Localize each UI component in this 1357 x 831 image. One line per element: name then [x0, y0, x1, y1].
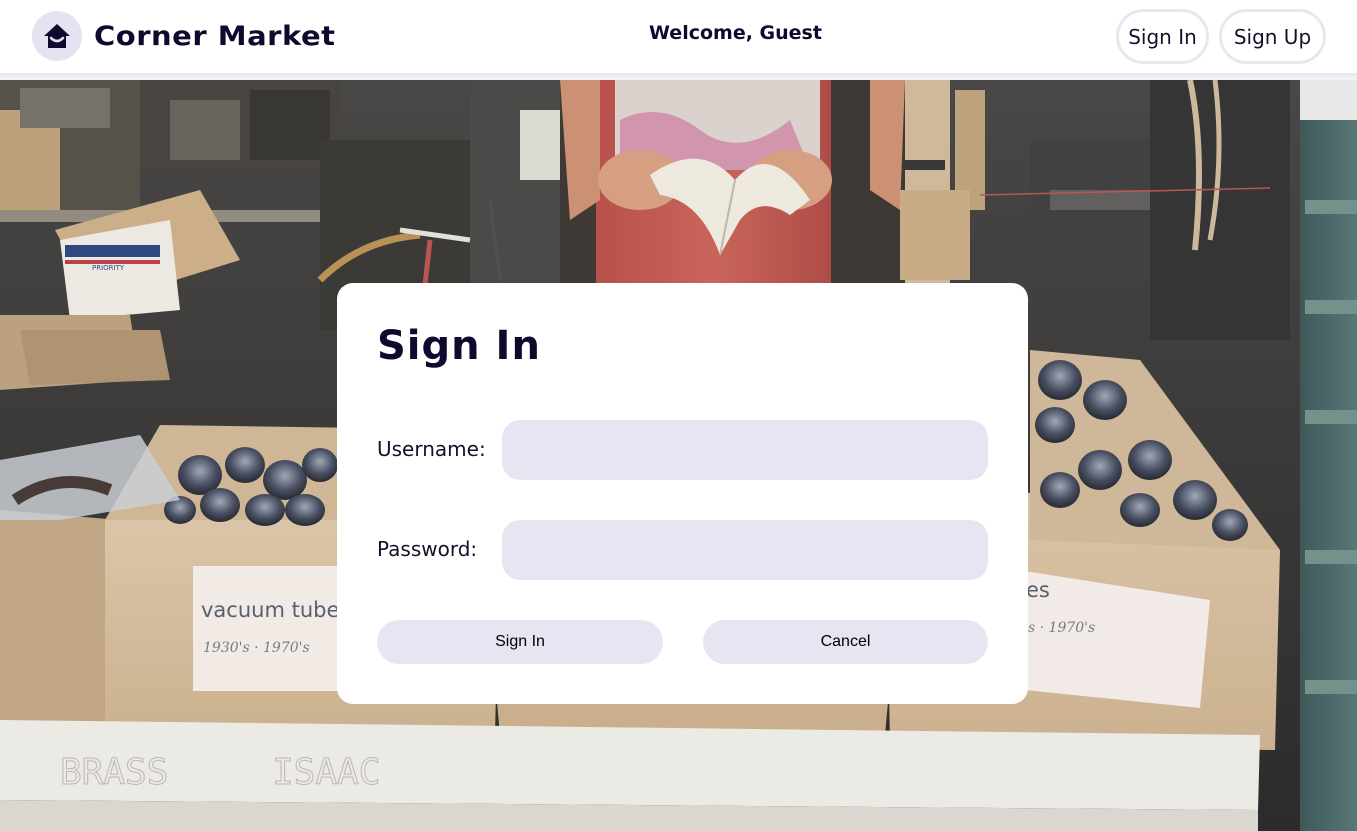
cancel-button[interactable]: Cancel: [703, 620, 988, 664]
password-input[interactable]: [502, 520, 988, 580]
logo-badge: [32, 11, 82, 61]
sign-in-dialog: Sign In Username: Password: Sign In Canc…: [337, 283, 1028, 704]
username-label: Username:: [377, 437, 486, 461]
top-navigation-bar: Corner Market Welcome, Guest Sign In Sig…: [0, 0, 1357, 73]
header-sign-in-button[interactable]: Sign In: [1116, 9, 1209, 64]
welcome-message: Welcome, Guest: [649, 22, 822, 44]
dialog-title: Sign In: [377, 323, 541, 369]
header-sign-up-button[interactable]: Sign Up: [1219, 9, 1326, 64]
house-icon: [44, 24, 70, 48]
brand-name: Corner Market: [94, 20, 336, 52]
header-divider: [0, 73, 1357, 80]
sign-in-submit-button[interactable]: Sign In: [377, 620, 663, 664]
brand-home-link[interactable]: Corner Market: [32, 11, 336, 61]
username-input[interactable]: [502, 420, 988, 480]
password-label: Password:: [377, 537, 478, 561]
